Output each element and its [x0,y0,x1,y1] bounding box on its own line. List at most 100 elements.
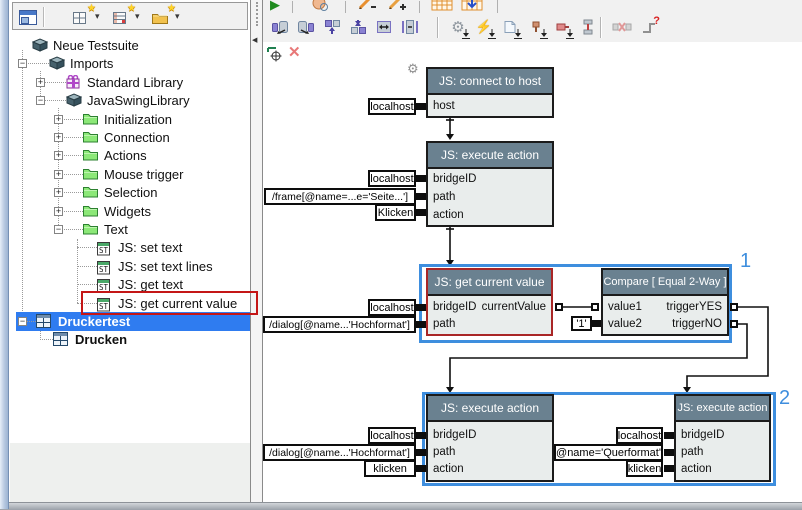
tree-item-js-set-text-lines[interactable]: STJS: set text lines [10,257,250,276]
delete-icon[interactable]: ✕ [288,43,301,61]
edit-remove-icon[interactable] [357,0,379,12]
main-toolbar-clipped: ▶ [263,0,802,14]
run-icon[interactable]: ▶ [270,0,280,13]
node-get-current-value[interactable]: JS: get current value bridgeIDcurrentVal… [426,268,553,336]
chevron-down-icon[interactable]: ▾ [175,11,180,22]
panel-filler [10,443,250,502]
node-settings-gear-icon[interactable]: ⚙ [407,61,419,77]
tree-item-mouse-trigger[interactable]: +Mouse trigger [10,165,250,184]
value-box-host[interactable]: localhost [368,98,416,115]
pin-action: action [681,463,712,475]
node-connect-to-host[interactable]: JS: connect to host host [426,67,554,118]
tree-item-text[interactable]: −Text [10,220,250,239]
move-mode-icon[interactable] [266,45,284,63]
folder-icon [83,185,98,201]
tree-item-label: Neue Testsuite [53,36,139,55]
value-box-path[interactable]: /frame[@name=...e='Seite...'] [264,188,416,205]
collapse-panel-icon[interactable]: ◀ [252,36,257,44]
value-box-constant[interactable]: '1' [571,316,592,331]
new-testcase-button[interactable]: ★ [69,7,91,27]
node-execute-action-2[interactable]: JS: execute action bridgeID path action [426,394,554,482]
pin-action: action [433,463,464,475]
collapse-expander[interactable]: − [18,317,27,326]
insert-above-button[interactable] [320,15,344,39]
folder-icon [83,222,98,238]
expand-expander[interactable]: + [54,188,63,197]
insert-below-button[interactable] [346,15,370,39]
collapse-expander[interactable]: − [18,59,27,68]
collapse-expander[interactable]: − [36,96,45,105]
value-box-bridgeid[interactable]: localhost [368,170,416,187]
value-box-path[interactable]: /dialog[@name...'Hochformat'] [263,316,416,333]
tree-item-label: Selection [104,183,157,202]
value-box-bridgeid[interactable]: localhost [616,427,663,444]
expand-expander[interactable]: + [54,170,63,179]
output-connector [555,303,563,311]
collapse-expander[interactable]: − [54,225,63,234]
node-title: Compare [ Equal 2-Way ] [603,270,727,296]
tree-item-selection[interactable]: + Selection [10,183,250,202]
pin-bridgeid: bridgeID [433,173,476,185]
step-into-node-button[interactable] [268,15,292,39]
export-settings-button[interactable]: ⚙ [446,15,470,39]
expand-expander[interactable]: + [36,78,45,87]
value-box-path[interactable]: [@name='Querformat'] [554,444,663,461]
tree-item-widgets[interactable]: +Widgets [10,202,250,221]
table-icon[interactable] [431,0,453,12]
export-page-button[interactable] [498,15,522,39]
diagram-canvas[interactable]: ✕ 1 2 ⚙ JS: connect to host [263,42,802,502]
new-folder-icon [152,11,168,24]
expand-expander[interactable]: + [54,115,63,124]
expand-expander[interactable]: + [54,151,63,160]
export-pin-button[interactable] [524,15,548,39]
tree-item-connection[interactable]: +Connection [10,128,250,147]
chevron-down-icon[interactable]: ▾ [135,11,140,22]
value-box-path[interactable]: /dialog[@name...'Hochformat'] [263,444,416,461]
table-import-icon[interactable] [461,0,483,12]
expand-expander[interactable]: + [54,133,63,142]
value-box-bridgeid[interactable]: localhost [368,299,416,316]
pin-path: path [433,318,455,330]
input-connector [416,449,426,456]
debug-connection-button[interactable]: ? [638,15,662,39]
step-out-node-button[interactable] [294,15,318,39]
output-connector [730,320,738,328]
export-tag-button[interactable] [550,15,574,39]
node-compare-equal-2way[interactable]: Compare [ Equal 2-Way ] value1triggerYES… [601,268,729,336]
output-connector [730,303,738,311]
st-icon: ST [97,259,110,278]
connector-clamp-button[interactable] [576,15,600,39]
node-execute-action-3[interactable]: JS: execute action bridgeID path action [674,394,771,482]
splitter-grip [256,2,258,26]
tree-item-js-set-text[interactable]: STJS: set text [10,238,250,257]
toggle-view-button[interactable] [17,7,39,27]
tree-item-drucken[interactable]: Drucken [10,330,250,349]
value-box-action[interactable]: Klicken [375,204,416,221]
expand-expander[interactable]: + [54,207,63,216]
chevron-down-icon[interactable]: ▾ [95,11,100,22]
tree-item-standard-library[interactable]: +Standard Library [10,73,250,92]
node-title: JS: execute action [676,396,769,422]
svg-text:ST: ST [99,246,109,255]
new-sequence-button[interactable]: ★ [109,7,131,27]
toolbar-separator [43,7,45,27]
input-connector [591,320,601,327]
panel-splitter[interactable]: ◀ [250,0,262,502]
node-execute-action-1[interactable]: JS: execute action bridgeID path action [426,141,554,227]
tree-item-initialization[interactable]: +Initialization [10,110,250,129]
export-action-button[interactable]: ⚡ [472,15,496,39]
tree-item-javaswinglibrary[interactable]: −JavaSwingLibrary [10,91,250,110]
tree-item-imports[interactable]: −Imports [10,54,250,73]
value-box-action[interactable]: klicken [364,460,416,477]
edit-add-icon[interactable] [387,0,409,12]
value-box-action[interactable]: klicken [626,460,663,477]
value-box-bridgeid[interactable]: localhost [368,427,416,444]
tree-item-actions[interactable]: +Actions [10,146,250,165]
hand-search-icon[interactable] [311,0,329,12]
expand-node-button[interactable] [372,15,396,39]
remove-connection-button[interactable] [610,15,634,39]
tree-connector [77,247,97,248]
new-folder-button[interactable]: ★ [149,7,171,27]
fit-node-button[interactable] [398,15,422,39]
tree-item-neue-testsuite[interactable]: Neue Testsuite [10,36,250,55]
